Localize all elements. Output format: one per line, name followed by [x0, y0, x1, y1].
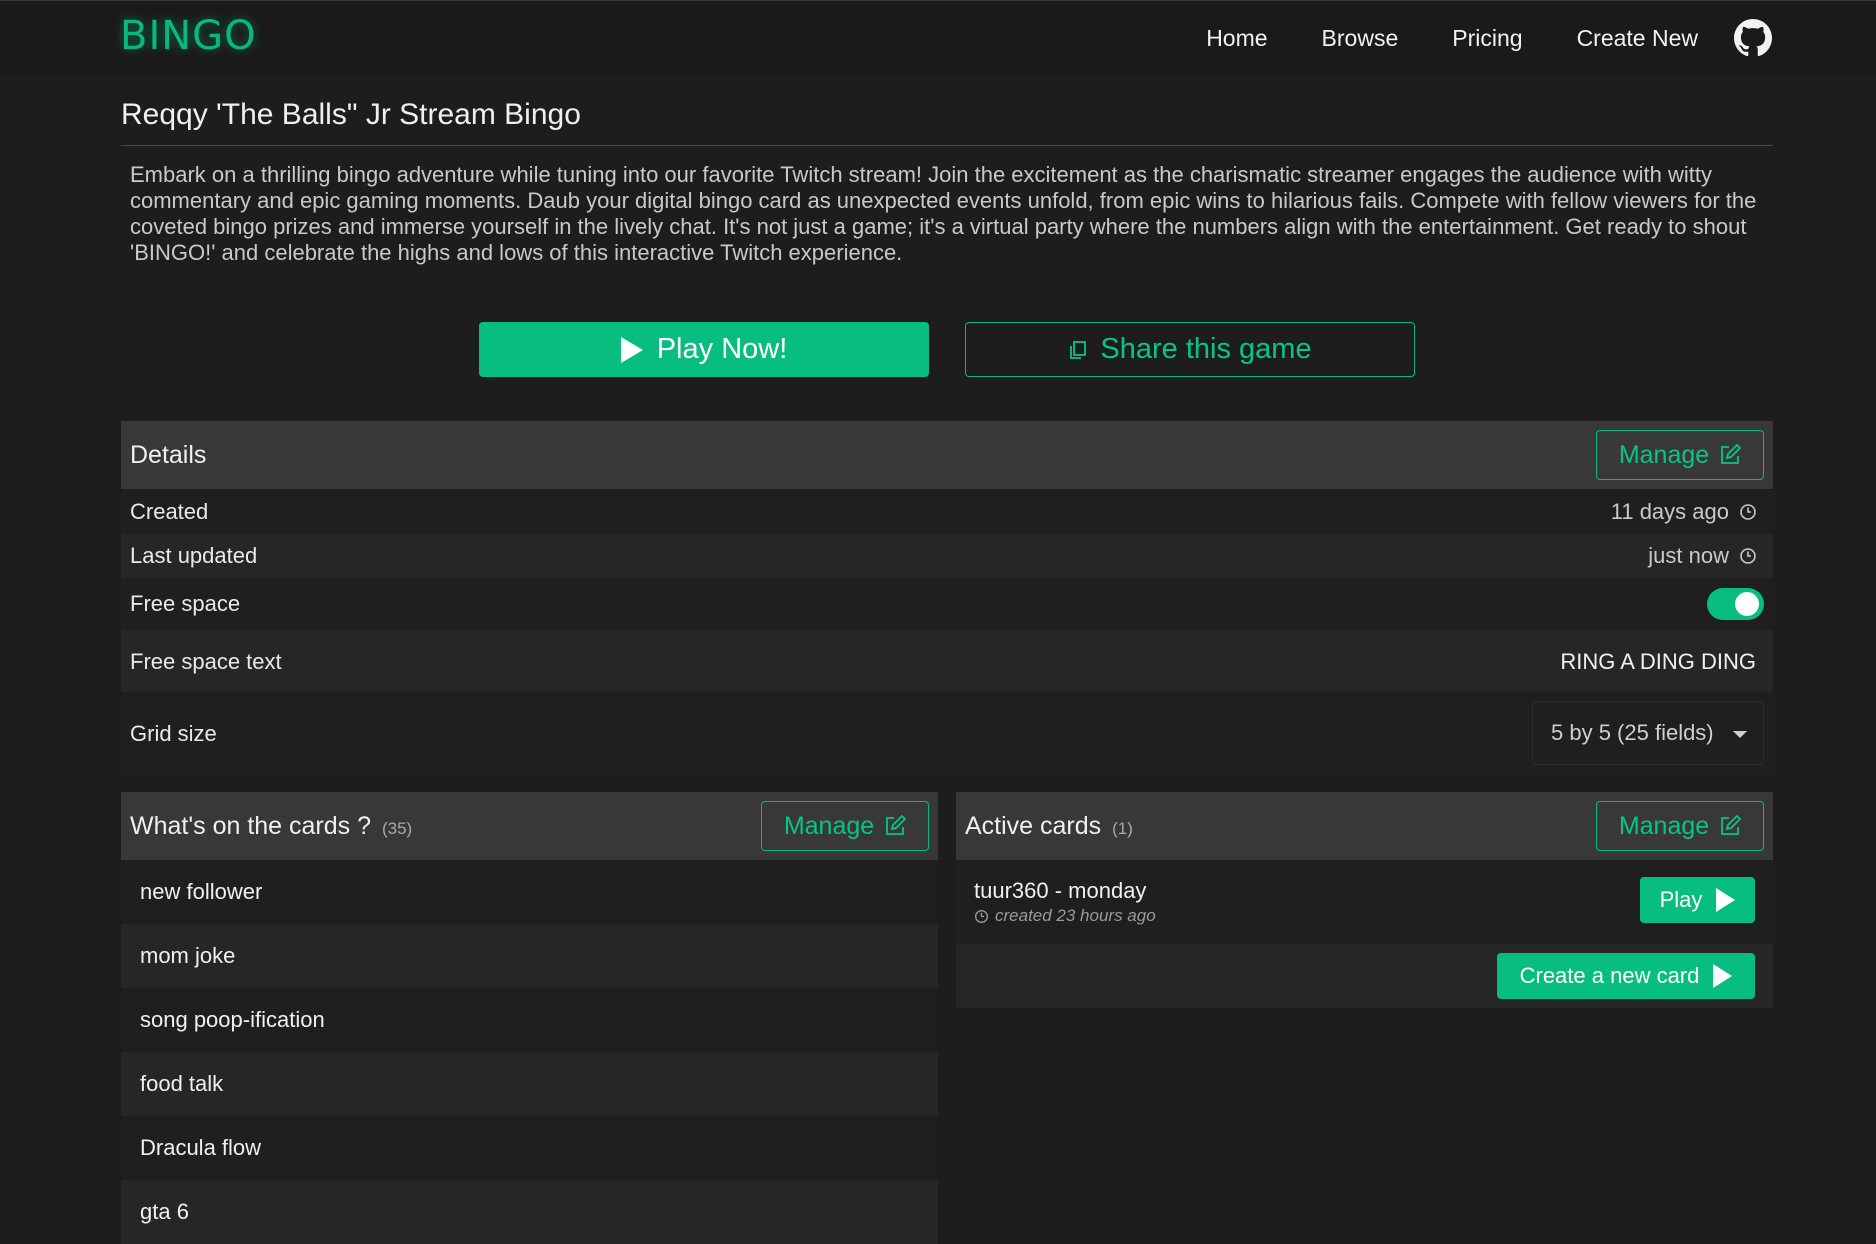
play-now-button[interactable]: Play Now!: [479, 322, 929, 377]
active-card-name: tuur360 - monday: [974, 878, 1147, 903]
updated-value-wrap: just now: [1648, 543, 1757, 569]
created-row: Created 11 days ago: [121, 489, 1773, 534]
cards-content-count: (35): [381, 819, 413, 838]
title-divider: [121, 145, 1773, 146]
cards-manage-button[interactable]: Manage: [761, 801, 929, 851]
active-cards-panel: Active cards (1) Manage tuur360 - monday…: [956, 792, 1773, 1008]
chevron-down-icon: [1733, 731, 1747, 738]
cards-content-panel: What's on the cards ? (35) Manage new fo…: [121, 792, 938, 1244]
share-game-button[interactable]: Share this game: [965, 322, 1415, 377]
free-space-row: Free space: [121, 578, 1773, 630]
grid-size-row: Grid size 5 by 5 (25 fields): [121, 692, 1773, 776]
top-nav: BINGO Home Browse Pricing Create New: [0, 0, 1876, 74]
manage-label: Manage: [1618, 811, 1710, 840]
nav-browse-link[interactable]: Browse: [1322, 25, 1399, 52]
free-space-text-value[interactable]: RING A DING DING: [1560, 649, 1756, 675]
details-title: Details: [130, 441, 207, 469]
play-card-label: Play: [1659, 887, 1703, 912]
free-space-text-row: Free space text RING A DING DING: [121, 630, 1773, 692]
game-description: Embark on a thrilling bingo adventure wh…: [130, 162, 1757, 265]
active-cards-title-wrap: Active cards (1): [965, 812, 1133, 841]
logo[interactable]: BINGO: [120, 13, 257, 59]
edit-icon: [886, 815, 907, 835]
manage-label: Manage: [783, 811, 875, 840]
cards-content-list: new follower mom joke song poop-ificatio…: [121, 860, 938, 1244]
play-icon: [1713, 964, 1733, 988]
last-updated-row: Last updated just now: [121, 534, 1773, 578]
grid-size-value: 5 by 5 (25 fields): [1551, 720, 1714, 745]
created-value-wrap: 11 days ago: [1611, 499, 1757, 525]
created-label: Created: [130, 499, 209, 524]
copy-icon: [1070, 340, 1087, 359]
active-cards-header: Active cards (1) Manage: [956, 792, 1773, 860]
clock-icon: [1740, 504, 1756, 520]
free-space-label: Free space: [130, 591, 241, 616]
manage-label: Manage: [1618, 440, 1710, 469]
list-item: song poop-ification: [121, 988, 938, 1052]
clock-icon: [1740, 548, 1756, 564]
list-item: new follower: [121, 860, 938, 924]
free-space-text-label: Free space text: [130, 649, 282, 674]
page-title: Reqqy 'The Balls" Jr Stream Bingo: [121, 98, 581, 131]
play-now-label: Play Now!: [656, 333, 788, 365]
nav-create-new-link[interactable]: Create New: [1577, 25, 1698, 52]
create-new-card-button[interactable]: Create a new card: [1497, 953, 1755, 999]
cards-content-title-wrap: What's on the cards ? (35): [130, 812, 412, 841]
grid-size-select[interactable]: 5 by 5 (25 fields): [1532, 701, 1764, 765]
github-icon[interactable]: [1734, 19, 1772, 57]
active-cards-manage-button[interactable]: Manage: [1596, 801, 1764, 851]
list-item: mom joke: [121, 924, 938, 988]
list-item: Dracula flow: [121, 1116, 938, 1180]
active-card-created-wrap: created 23 hours ago: [974, 906, 1156, 926]
active-card-row: tuur360 - monday created 23 hours ago Pl…: [956, 860, 1773, 944]
cards-content-title: What's on the cards ?: [130, 812, 372, 840]
created-value: 11 days ago: [1610, 499, 1729, 524]
list-item: food talk: [121, 1052, 938, 1116]
clock-icon: [975, 909, 988, 923]
free-space-toggle[interactable]: [1707, 588, 1764, 620]
nav-home-link[interactable]: Home: [1206, 25, 1267, 52]
cards-content-header: What's on the cards ? (35) Manage: [121, 792, 938, 860]
create-card-row: Create a new card: [956, 944, 1773, 1008]
active-cards-title: Active cards: [965, 812, 1102, 840]
play-icon: [620, 336, 643, 363]
play-card-button[interactable]: Play: [1640, 877, 1755, 923]
nav-links: Home Browse Pricing Create New: [1152, 1, 1772, 75]
last-updated-label: Last updated: [130, 543, 258, 568]
share-label: Share this game: [1100, 333, 1312, 365]
toggle-knob: [1735, 592, 1759, 616]
active-card-created: created 23 hours ago: [995, 906, 1156, 925]
grid-size-label: Grid size: [130, 721, 217, 746]
active-cards-count: (1): [1112, 819, 1133, 838]
details-manage-button[interactable]: Manage: [1596, 430, 1764, 480]
nav-pricing-link[interactable]: Pricing: [1452, 25, 1522, 52]
last-updated-value: just now: [1648, 543, 1729, 568]
edit-icon: [1721, 815, 1742, 835]
create-card-label: Create a new card: [1519, 963, 1700, 988]
edit-icon: [1721, 444, 1742, 464]
play-icon: [1716, 888, 1736, 912]
details-header: Details Manage: [121, 421, 1773, 489]
details-panel: Details Manage Created 11 days ago Last …: [121, 421, 1773, 776]
list-item: gta 6: [121, 1180, 938, 1244]
